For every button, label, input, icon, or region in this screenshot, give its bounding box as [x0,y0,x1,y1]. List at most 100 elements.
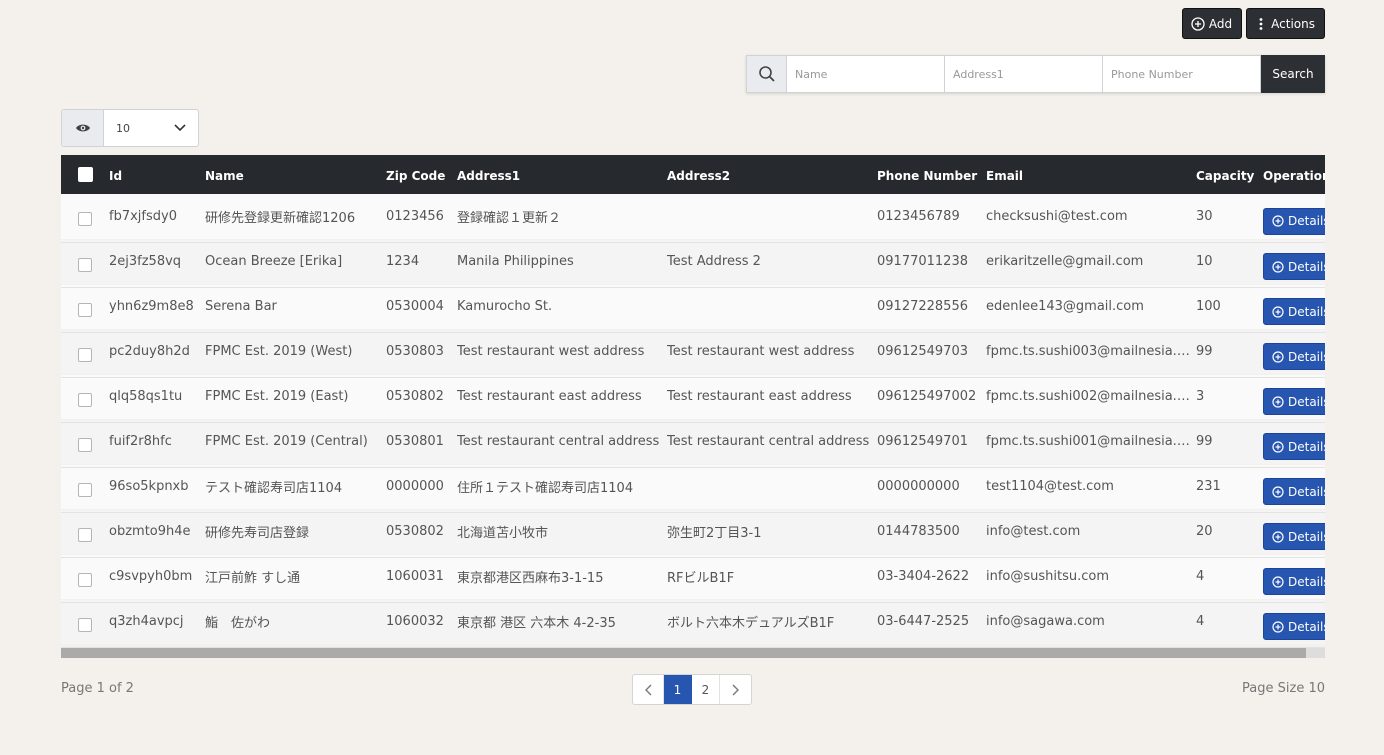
cell-email: fpmc.ts.sushi002@mailnesia.com [986,389,1196,404]
column-header-address2[interactable]: Address2 [667,155,877,197]
row-checkbox[interactable] [78,302,92,317]
cell-phone: 09612549701 [877,434,968,449]
search-bar: Search [746,55,1325,93]
details-button[interactable]: Details [1263,568,1325,595]
column-header-zip-code[interactable]: Zip Code [386,155,457,197]
select-all-checkbox[interactable] [77,167,93,182]
cell-id: fuif2r8hfc [109,434,172,449]
cell-id: fb7xjfsdy0 [109,208,177,224]
cell-operation: Details [1263,374,1325,419]
page-button-2[interactable]: 2 [692,675,720,704]
page-size-value: 10 [116,121,130,135]
table-row: 96so5kpnxb テスト確認寿司店1104 0000000 住所１テスト確認寿司店… [61,467,1325,512]
details-button-label: Details [1288,304,1325,319]
plus-circle-icon [1272,350,1284,363]
cell-operation: Details [1263,329,1325,374]
page-size-dropdown[interactable]: 10 [104,110,198,146]
cell-zip: 0530004 [386,299,444,314]
next-page-button[interactable] [720,675,751,704]
column-header-name[interactable]: Name [205,155,386,197]
row-checkbox[interactable] [78,212,92,227]
details-button-label: Details [1288,574,1325,589]
cell-address1: Manila Philippines [457,254,574,269]
details-button[interactable]: Details [1263,478,1325,505]
cell-address1: 北海道苫小牧市 [457,526,549,541]
cell-address1: Test restaurant west address [457,344,645,359]
row-checkbox[interactable] [78,392,92,407]
table-row: pc2duy8h2d FPMC Est. 2019 (West) 0530803 Te… [61,332,1325,377]
cell-name: 研修先寿司店登録 [205,526,310,541]
table-row: q3zh4avpcj 鮨 佐がわ 1060032 東京都 港区 六本木 4-2-35 ボ… [61,602,1325,647]
details-button[interactable]: Details [1263,388,1325,415]
plus-circle-icon [1191,16,1205,31]
row-checkbox[interactable] [78,437,92,452]
cell-zip: 1060031 [386,569,444,584]
cell-email: fpmc.ts.sushi003@mailnesia.com [986,344,1196,359]
details-button[interactable]: Details [1263,523,1325,550]
page-size-info: Page Size 10 [1242,681,1325,696]
table-row: 2ej3fz58vq Ocean Breeze [Erika] 1234 Manila… [61,242,1325,287]
cell-address2: Test Address 2 [667,254,761,269]
page-size-select[interactable]: 10 [61,109,199,147]
cell-id: yhn6z9m8e8 [109,299,194,314]
cell-id: 2ej3fz58vq [109,254,182,269]
cell-operation: Details [1263,194,1325,239]
details-button-label: Details [1288,214,1325,229]
cell-address2: 弥生町2丁目3-1 [667,526,762,541]
column-header-address1[interactable]: Address1 [457,155,667,197]
row-checkbox[interactable] [78,617,92,632]
cell-phone: 0000000000 [877,479,960,494]
actions-button[interactable]: Actions [1246,8,1325,39]
phone-search-input[interactable] [1103,55,1261,93]
cell-address2: ボルト六本木デュアルズB1F [667,616,835,631]
details-button[interactable]: Details [1263,207,1325,235]
cell-zip: 0530802 [386,524,444,539]
row-checkbox-cell [61,329,109,374]
cell-name: 江戸前鮓 すし通 [205,571,301,586]
row-checkbox[interactable] [78,527,92,542]
cell-phone: 09127228556 [877,299,968,314]
table-row: c9svpyh0bm 江戸前鮓 すし通 1060031 東京都港区西麻布3-1-15 R… [61,557,1325,602]
cell-operation: Details [1263,554,1325,599]
plus-circle-icon [1272,305,1284,318]
add-button[interactable]: Add [1181,8,1243,39]
row-checkbox[interactable] [78,482,92,497]
plus-circle-icon [1272,575,1284,588]
scrollbar-thumb[interactable] [61,648,1306,658]
address1-search-input[interactable] [945,55,1103,93]
cell-capacity: 99 [1196,344,1213,359]
search-button[interactable]: Search [1261,55,1325,93]
prev-page-button[interactable] [633,675,664,704]
cell-id: c9svpyh0bm [109,569,193,584]
eye-icon [62,110,104,146]
details-button[interactable]: Details [1263,433,1325,460]
cell-address1: 東京都港区西麻布3-1-15 [457,571,604,586]
row-checkbox[interactable] [78,572,92,587]
cell-address1: Kamurocho St. [457,299,553,314]
row-checkbox[interactable] [78,347,92,362]
column-header-id[interactable]: Id [109,155,205,197]
details-button-label: Details [1288,394,1325,409]
cell-operation: Details [1263,599,1325,644]
cell-name: Serena Bar [205,299,277,314]
plus-circle-icon [1272,215,1284,227]
plus-circle-icon [1272,440,1284,453]
name-search-input[interactable] [787,55,945,93]
cell-zip: 1234 [386,254,420,269]
cell-id: pc2duy8h2d [109,344,190,359]
details-button[interactable]: Details [1263,253,1325,280]
cell-address1: 住所１テスト確認寿司店1104 [457,481,634,496]
details-button[interactable]: Details [1263,298,1325,325]
details-button[interactable]: Details [1263,343,1325,370]
column-header-capacity[interactable]: Capacity [1196,155,1263,197]
horizontal-scrollbar[interactable] [61,648,1325,658]
row-checkbox-cell [61,509,109,554]
details-button[interactable]: Details [1263,613,1325,640]
page-button-1[interactable]: 1 [664,675,692,704]
table-row: yhn6z9m8e8 Serena Bar 0530004 Kamurocho St.… [61,287,1325,332]
row-checkbox[interactable] [78,257,92,272]
cell-address1: Test restaurant central address [457,434,660,449]
cell-address2: Test restaurant east address [667,389,852,404]
column-header-phone-number[interactable]: Phone Number [877,155,986,197]
column-header-email[interactable]: Email [986,155,1196,197]
